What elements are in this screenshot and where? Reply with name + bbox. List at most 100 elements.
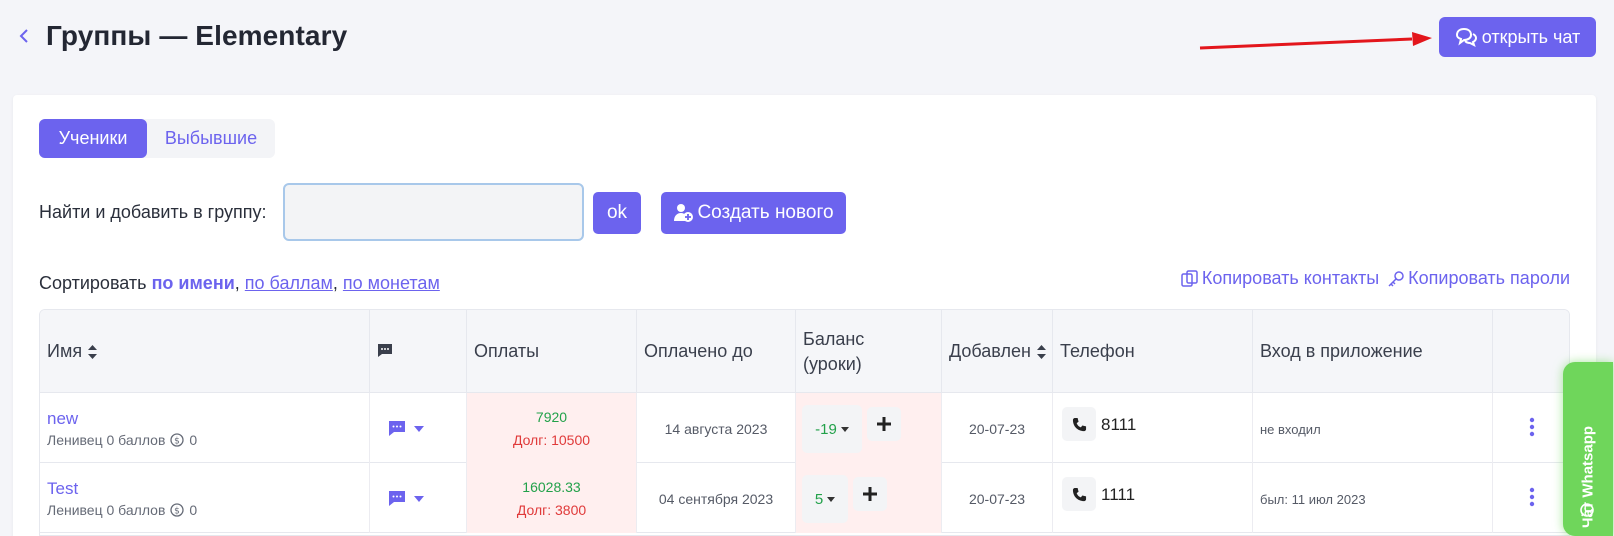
message-icon[interactable] — [388, 489, 406, 507]
sort-controls: Сортировать по имени, по баллам, по моне… — [39, 273, 440, 294]
sort-icon — [88, 344, 98, 359]
phone-cell: 1111 — [1053, 463, 1253, 533]
kebab-icon[interactable] — [1529, 417, 1535, 437]
copy-icon — [1181, 269, 1198, 287]
column-header-messages — [370, 310, 467, 393]
balance-cell: -19 — [796, 393, 942, 463]
student-name-link[interactable]: Test — [47, 479, 78, 499]
actions-cell — [1493, 393, 1569, 463]
payment-debt: Долг: 10500 — [512, 432, 591, 448]
table-row: new Ленивец 0 баллов $ 0 7920 Долг: 1050… — [40, 393, 1569, 463]
open-chat-label: открыть чат — [1481, 26, 1581, 47]
svg-text:$: $ — [175, 507, 181, 517]
added-date: 20-07-23 — [968, 491, 1026, 507]
added-cell: 20-07-23 — [942, 393, 1053, 463]
kebab-icon[interactable] — [1529, 487, 1535, 507]
column-header-phone: Телефон — [1053, 310, 1253, 393]
caret-down-icon — [840, 426, 849, 432]
caret-down-icon[interactable] — [414, 426, 424, 432]
column-header-balance-line1: Баланс — [803, 328, 865, 349]
key-icon — [1388, 270, 1404, 287]
balance-cell: 5 — [796, 463, 942, 533]
login-status: не входил — [1260, 422, 1321, 437]
name-cell: new Ленивец 0 баллов $ 0 — [40, 393, 370, 463]
payment-debt: Долг: 3800 — [516, 502, 587, 518]
tab-dropped[interactable]: Выбывшие — [147, 119, 275, 158]
call-button[interactable] — [1062, 477, 1096, 511]
balance-dropdown[interactable]: 5 — [802, 475, 848, 523]
column-header-actions — [1493, 310, 1569, 393]
whatsapp-icon — [1580, 503, 1594, 517]
column-header-name[interactable]: Имя — [40, 310, 370, 393]
chevron-left-icon[interactable] — [17, 26, 31, 46]
copy-passwords-link[interactable]: Копировать пароли — [1387, 268, 1570, 289]
message-icon[interactable] — [388, 419, 406, 437]
svg-text:$: $ — [175, 437, 181, 447]
call-button[interactable] — [1062, 407, 1096, 441]
caret-down-icon — [827, 496, 836, 502]
student-summary: Ленивец 0 баллов $ 0 — [47, 432, 197, 448]
phone-icon — [1072, 417, 1086, 431]
table-header: Имя Оплаты Оплачено до Баланс (уроки) До… — [40, 310, 1569, 393]
copy-passwords-label: Копировать пароли — [1408, 268, 1570, 288]
add-user-icon — [674, 204, 694, 222]
student-coins: 0 — [189, 502, 198, 518]
copy-contacts-label: Копировать контакты — [1201, 268, 1380, 288]
chat-bubbles-icon — [1455, 27, 1477, 47]
student-summary: Ленивец 0 баллов $ 0 — [47, 502, 197, 518]
added-cell: 20-07-23 — [942, 463, 1053, 533]
payment-amount: 7920 — [535, 409, 568, 425]
plus-icon — [877, 417, 891, 431]
add-lessons-button[interactable] — [867, 407, 901, 441]
payment-amount: 16028.33 — [522, 479, 581, 495]
sort-by-coins[interactable]: по монетам — [343, 273, 440, 293]
phone-cell: 8111 — [1053, 393, 1253, 463]
balance-value: 5 — [814, 490, 824, 508]
search-label: Найти и добавить в группу: — [39, 202, 267, 222]
column-header-balance: Баланс (уроки) — [796, 310, 942, 393]
actions-cell — [1493, 463, 1569, 533]
login-status: был: 11 июл 2023 — [1260, 492, 1366, 507]
caret-down-icon[interactable] — [414, 496, 424, 502]
column-header-payments: Оплаты — [467, 310, 637, 393]
search-input[interactable] — [283, 183, 584, 241]
column-header-login: Вход в приложение — [1253, 310, 1493, 393]
create-new-label: Создать нового — [697, 202, 834, 223]
open-chat-button[interactable]: открыть чат — [1439, 17, 1596, 57]
paid-until-date: 14 августа 2023 — [664, 421, 768, 437]
students-table: Имя Оплаты Оплачено до Баланс (уроки) До… — [39, 309, 1570, 536]
create-new-button[interactable]: Создать нового — [661, 192, 846, 234]
sort-separator: , — [234, 273, 240, 293]
annotation-arrow — [1199, 32, 1432, 50]
copy-actions: Копировать контакты Копировать пароли — [1181, 268, 1570, 289]
phone-icon — [1072, 487, 1086, 501]
student-coins: 0 — [189, 432, 198, 448]
payments-cell: 16028.33 Долг: 3800 — [467, 463, 637, 533]
copy-contacts-link[interactable]: Копировать контакты — [1181, 268, 1379, 289]
page-title: Группы — Elementary — [46, 20, 348, 51]
ok-button[interactable]: ok — [593, 192, 641, 234]
column-header-added[interactable]: Добавлен — [942, 310, 1053, 393]
sort-icon — [1036, 344, 1046, 359]
tabs: Ученики Выбывшие — [39, 119, 275, 158]
messages-cell — [370, 463, 467, 533]
student-points: Ленивец 0 баллов — [47, 502, 166, 518]
balance-dropdown[interactable]: -19 — [802, 405, 862, 453]
column-header-added-label: Добавлен — [949, 341, 1031, 361]
column-header-name-label: Имя — [47, 341, 83, 361]
student-name-link[interactable]: new — [47, 409, 78, 429]
whatsapp-chat-tab[interactable]: Чат Whatsapp — [1563, 362, 1613, 536]
table-row: Test Ленивец 0 баллов $ 0 16028.33 Долг:… — [40, 463, 1569, 533]
coin-icon: $ — [170, 433, 185, 447]
login-cell: был: 11 июл 2023 — [1253, 463, 1493, 533]
payments-cell: 7920 Долг: 10500 — [467, 393, 637, 463]
balance-value: -19 — [815, 420, 837, 438]
tab-students[interactable]: Ученики — [39, 119, 147, 158]
sort-by-name[interactable]: по имени — [152, 273, 235, 293]
sort-prefix: Сортировать — [39, 273, 147, 293]
column-header-paid-until: Оплачено до — [637, 310, 796, 393]
message-icon — [378, 343, 392, 357]
sort-by-points[interactable]: по баллам — [245, 273, 333, 293]
add-lessons-button[interactable] — [853, 477, 887, 511]
phone-number: 1111 — [1101, 485, 1136, 504]
